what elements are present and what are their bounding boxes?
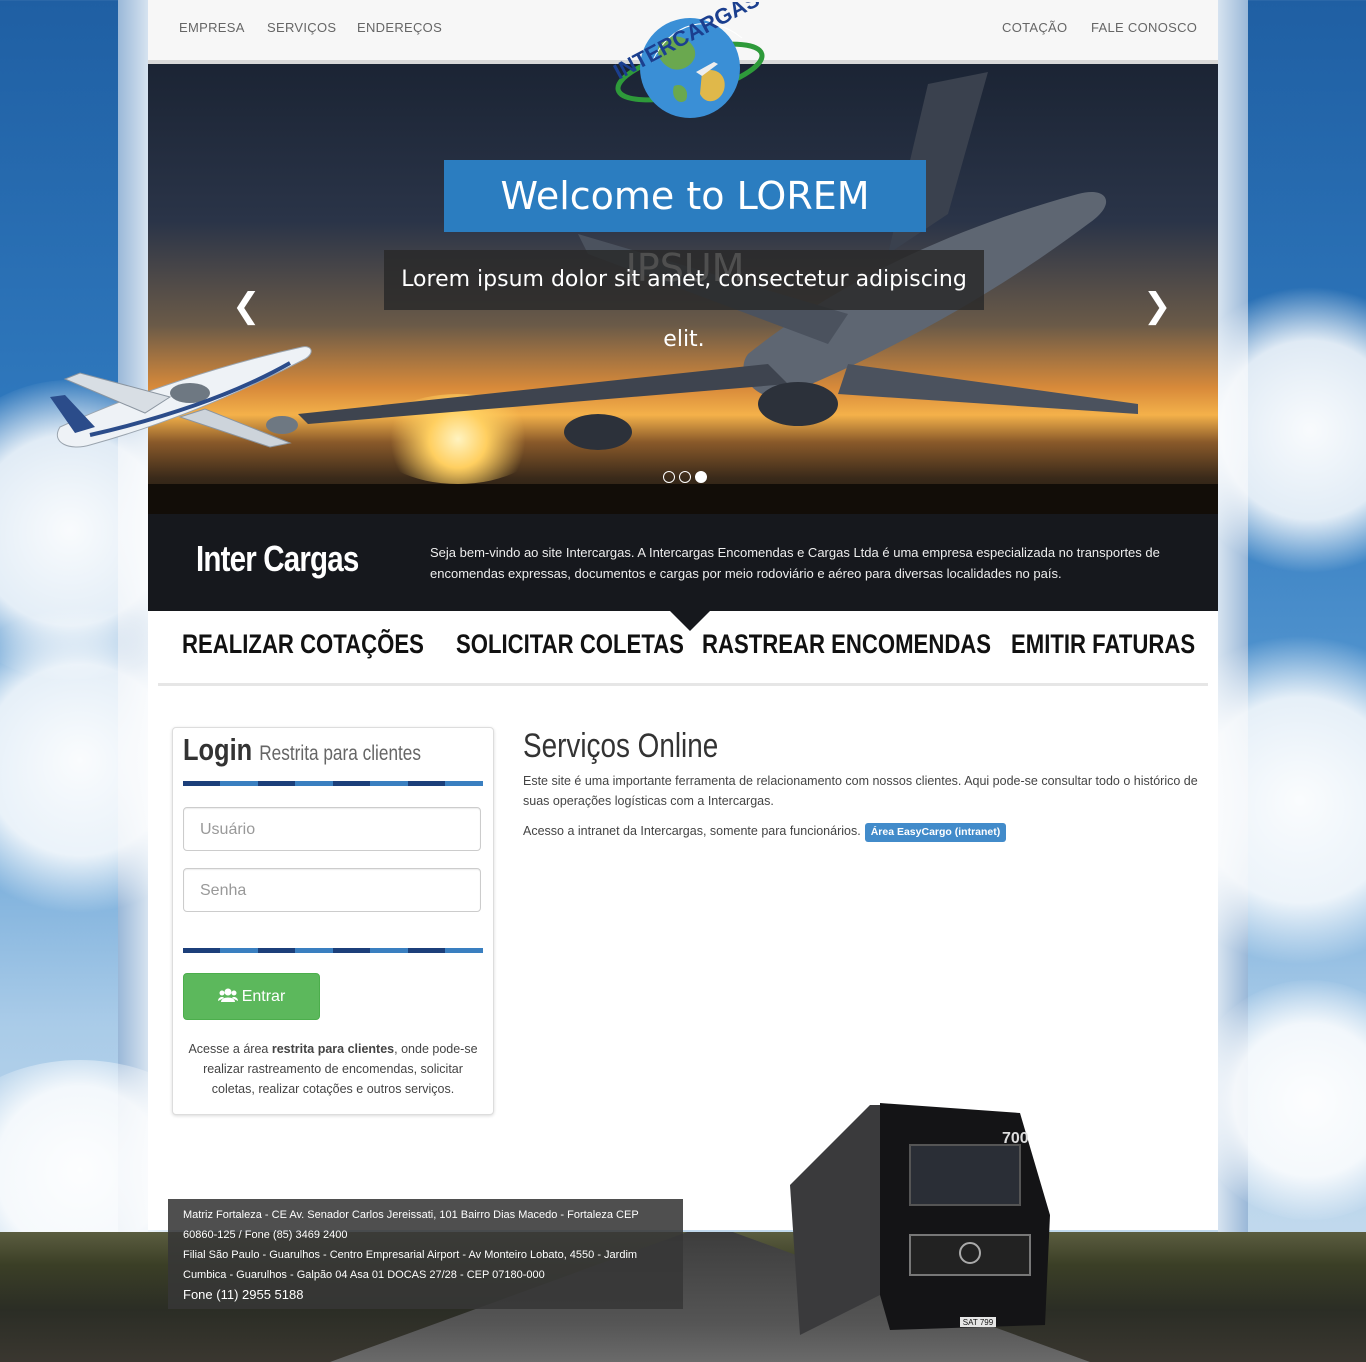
- truck-badge: 700: [1002, 1130, 1029, 1147]
- intranet-button[interactable]: Área EasyCargo (intranet): [864, 823, 1007, 842]
- username-input[interactable]: Usuário: [183, 807, 481, 851]
- login-title: Login Restrita para clientes: [183, 732, 421, 768]
- hero-subtitle: Lorem ipsum dolor sit amet, consectetur …: [384, 250, 984, 352]
- login-stripe-bottom: [183, 948, 483, 953]
- services-title: Serviços Online: [523, 727, 719, 765]
- action-solicitar-coletas[interactable]: SOLICITAR COLETAS: [456, 629, 684, 660]
- nav-enderecos[interactable]: ENDEREÇOS: [357, 20, 442, 35]
- intro-band: Inter Cargas Seja bem-vindo ao site Inte…: [148, 514, 1218, 611]
- login-note-prefix: Acesse a área: [188, 1042, 272, 1056]
- services-paragraph-2: Acesso a intranet da Intercargas, soment…: [523, 821, 1203, 842]
- action-rastrear-encomendas[interactable]: RASTREAR ENCOMENDAS: [702, 629, 991, 660]
- footer-fone: Fone (11) 2955 5188: [183, 1287, 304, 1302]
- nav-servicos[interactable]: SERVIÇOS: [267, 20, 336, 35]
- carousel-indicators: [663, 468, 711, 487]
- login-heading: Login: [183, 732, 253, 767]
- nav-cotacao[interactable]: COTAÇÃO: [1002, 20, 1067, 35]
- intro-brand: Inter Cargas: [196, 538, 359, 579]
- carousel-dot-3[interactable]: [695, 471, 707, 483]
- services-paragraph-1: Este site é uma importante ferramenta de…: [523, 774, 1198, 808]
- action-links: REALIZAR COTAÇÕES SOLICITAR COLETAS RAST…: [148, 611, 1218, 683]
- login-panel: Login Restrita para clientes Usuário Sen…: [172, 727, 494, 1115]
- nav-fale-conosco[interactable]: FALE CONOSCO: [1091, 20, 1197, 35]
- divider: [158, 683, 1208, 686]
- main-container: EMPRESA SERVIÇOS ENDEREÇOS COTAÇÃO FALE …: [148, 0, 1218, 1230]
- login-stripe-top: [183, 781, 483, 786]
- users-icon: [217, 988, 238, 1002]
- airplane-graphic: [50, 346, 312, 448]
- intercargas-logo[interactable]: INTERCARGAS: [610, 2, 770, 126]
- login-subtitle: Restrita para clientes: [259, 742, 422, 765]
- chevron-right-icon[interactable]: ❯: [1143, 286, 1172, 326]
- footer-address: Matriz Fortaleza - CE Av. Senador Carlos…: [168, 1199, 683, 1309]
- footer-filial: Filial São Paulo - Guarulhos - Centro Em…: [183, 1249, 638, 1281]
- hero-title: Welcome to LOREM IPSUM: [444, 160, 926, 290]
- login-note-bold: restrita para clientes: [271, 1042, 395, 1056]
- action-emitir-faturas[interactable]: EMITIR FATURAS: [1011, 629, 1195, 660]
- intro-text: Seja bem-vindo ao site Intercargas. A In…: [430, 545, 1160, 581]
- carousel-dot-2[interactable]: [679, 471, 691, 483]
- truck-plate: SAT 799: [963, 1318, 994, 1327]
- chevron-left-icon[interactable]: ❮: [232, 286, 261, 326]
- login-note: Acesse a área restrita para clientes, on…: [181, 1039, 485, 1099]
- entrar-button[interactable]: Entrar: [183, 973, 320, 1020]
- password-input[interactable]: Senha: [183, 868, 481, 912]
- truck-graphic: SAT 799 700: [790, 1103, 1050, 1335]
- carousel-dot-1[interactable]: [663, 471, 675, 483]
- nav-empresa[interactable]: EMPRESA: [179, 20, 245, 35]
- footer-matriz: Matriz Fortaleza - CE Av. Senador Carlos…: [183, 1209, 639, 1241]
- services-intranet-text: Acesso a intranet da Intercargas, soment…: [523, 824, 861, 838]
- action-realizar-cotacoes[interactable]: REALIZAR COTAÇÕES: [182, 629, 424, 660]
- entrar-label: Entrar: [241, 988, 286, 1005]
